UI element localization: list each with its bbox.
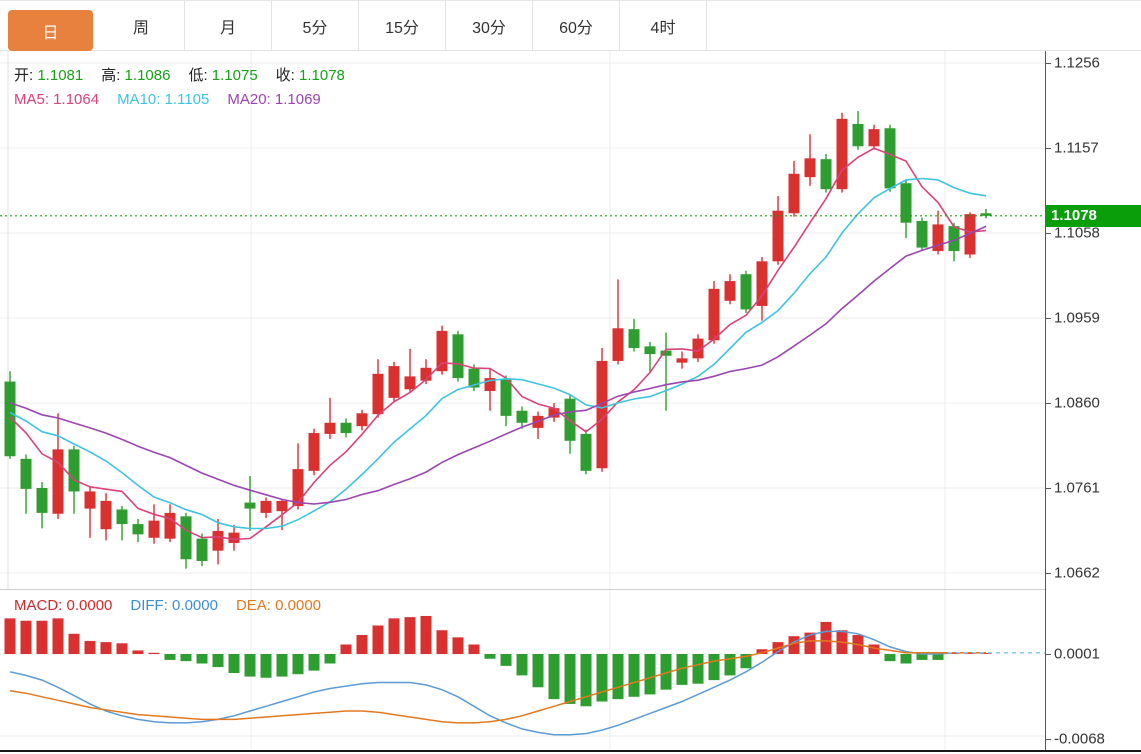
legend-item-0: MA5: 1.1064 bbox=[14, 91, 99, 108]
axis-tick-label: 1.0761 bbox=[1054, 480, 1100, 497]
legend-value: 1.1069 bbox=[271, 91, 321, 108]
tab-60分[interactable]: 60分 bbox=[533, 1, 620, 50]
legend-label: MA5: bbox=[14, 91, 49, 108]
forex-candlestick-app: 日周月5分15分30分60分4时 开: 1.1081 高: 1.1086 低: 1.… bbox=[0, 0, 1141, 754]
tab-日[interactable]: 日 bbox=[8, 10, 93, 51]
ma-legend: MA5: 1.1064 MA10: 1.1105 MA20: 1.1069 bbox=[14, 91, 339, 108]
legend-label: 开: bbox=[14, 67, 33, 84]
pane-divider bbox=[0, 589, 1141, 590]
axis-tick-mark bbox=[1046, 148, 1051, 149]
axis-tick-label: 1.0662 bbox=[1054, 565, 1100, 582]
axis-tick-label: 1.1058 bbox=[1054, 225, 1100, 242]
legend-value: 1.1105 bbox=[160, 91, 209, 108]
axis-tick-label: 1.0860 bbox=[1054, 395, 1100, 412]
axis-tick-label: 1.1256 bbox=[1054, 55, 1100, 72]
legend-value: 0.0000 bbox=[168, 597, 218, 614]
legend-item-1: 高: 1.1086 bbox=[101, 67, 170, 84]
legend-label: 低: bbox=[188, 67, 207, 84]
legend-label: MACD: bbox=[14, 597, 62, 614]
axis-tick-mark bbox=[1046, 403, 1051, 404]
legend-item-1: MA10: 1.1105 bbox=[117, 91, 209, 108]
legend-value: 1.1081 bbox=[33, 67, 83, 84]
axis-tick-mark bbox=[1046, 318, 1051, 319]
legend-item-0: 开: 1.1081 bbox=[14, 67, 83, 84]
legend-value: 0.0000 bbox=[62, 597, 112, 614]
axis-tick-mark bbox=[1046, 488, 1051, 489]
chart-region: 开: 1.1081 高: 1.1086 低: 1.1075 收: 1.1078 MA5… bbox=[0, 51, 1141, 754]
tab-5分[interactable]: 5分 bbox=[272, 1, 359, 50]
legend-item-3: 收: 1.1078 bbox=[276, 67, 345, 84]
legend-item-1: DIFF: 0.0000 bbox=[130, 597, 218, 614]
macd-axis-tick-mark bbox=[1046, 654, 1051, 655]
legend-label: MA20: bbox=[227, 91, 270, 108]
axis-tick-mark bbox=[1046, 573, 1051, 574]
price-axis: 1.1256 1.1157 1.1058 1.0959 1.0860 1.0761 1.06… bbox=[1045, 51, 1141, 750]
chart-bottom-border bbox=[0, 750, 1141, 752]
macd-histogram bbox=[5, 616, 992, 706]
legend-item-2: MA20: 1.1069 bbox=[227, 91, 320, 108]
tab-4时[interactable]: 4时 bbox=[620, 1, 707, 50]
tab-月[interactable]: 月 bbox=[185, 1, 272, 50]
legend-item-0: MACD: 0.0000 bbox=[14, 597, 112, 614]
tab-周[interactable]: 周 bbox=[98, 1, 185, 50]
ma10-line bbox=[10, 179, 986, 529]
axis-tick-label: 1.1157 bbox=[1054, 140, 1099, 157]
legend-label: 高: bbox=[101, 67, 120, 84]
ohlc-legend: 开: 1.1081 高: 1.1086 低: 1.1075 收: 1.1078 bbox=[14, 64, 363, 85]
axis-tick-mark bbox=[1046, 63, 1051, 64]
period-tabbar: 日周月5分15分30分60分4时 bbox=[0, 1, 1141, 51]
legend-label: DIFF: bbox=[130, 597, 168, 614]
macd-axis-tick-label: 0.0001 bbox=[1054, 646, 1100, 663]
macd-axis-tick-mark bbox=[1046, 739, 1051, 740]
candles-layer bbox=[5, 111, 992, 569]
axis-tick-label: 1.0959 bbox=[1054, 310, 1100, 327]
main-candlestick-chart[interactable] bbox=[0, 51, 1045, 589]
legend-value: 1.1086 bbox=[120, 67, 170, 84]
ma20-line bbox=[10, 226, 986, 504]
ma5-line bbox=[10, 148, 986, 539]
legend-item-2: 低: 1.1075 bbox=[188, 67, 257, 84]
macd-legend: MACD: 0.0000DIFF: 0.0000DEA: 0.0000 bbox=[14, 597, 339, 614]
current-price-tag: 1.1078 bbox=[1045, 205, 1141, 227]
legend-label: 收: bbox=[276, 67, 295, 84]
legend-value: 0.0000 bbox=[271, 597, 321, 614]
axis-tick-mark bbox=[1046, 233, 1051, 234]
legend-label: DEA: bbox=[236, 597, 271, 614]
legend-value: 1.1075 bbox=[208, 67, 258, 84]
legend-label: MA10: bbox=[117, 91, 160, 108]
legend-value: 1.1064 bbox=[49, 91, 99, 108]
legend-value: 1.1078 bbox=[295, 67, 345, 84]
macd-axis-tick-label: -0.0068 bbox=[1054, 731, 1105, 748]
legend-item-2: DEA: 0.0000 bbox=[236, 597, 321, 614]
tab-15分[interactable]: 15分 bbox=[359, 1, 446, 50]
tab-30分[interactable]: 30分 bbox=[446, 1, 533, 50]
